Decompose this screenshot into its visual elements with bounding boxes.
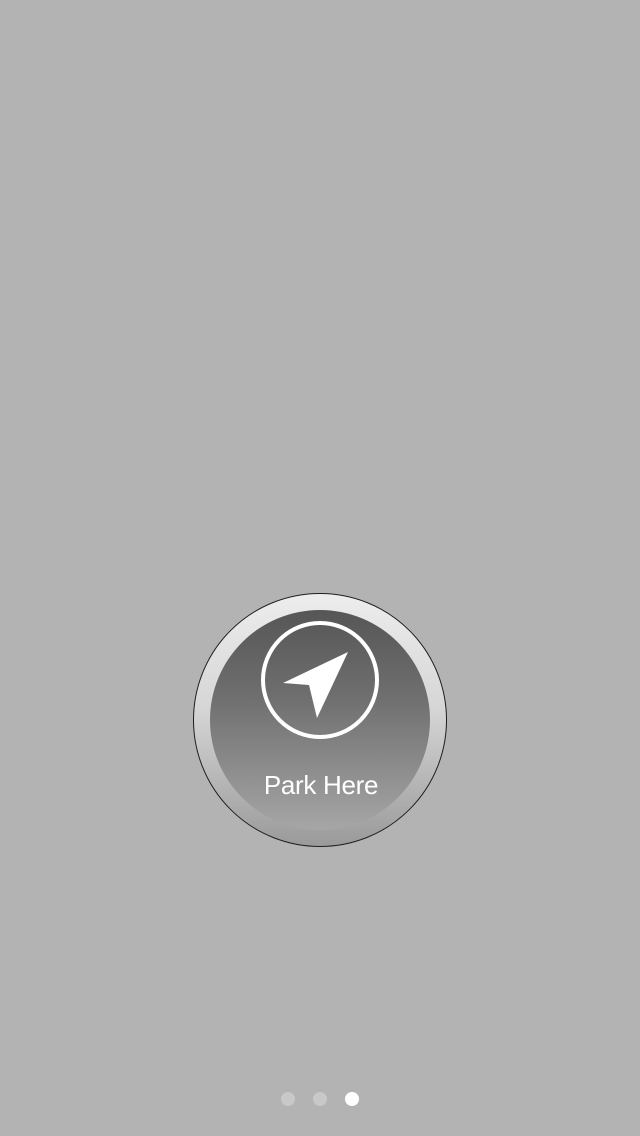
page-dot-2[interactable] [313, 1092, 327, 1106]
page-dot-3-active[interactable] [345, 1092, 359, 1106]
navigation-arrow-icon [261, 621, 379, 739]
onboarding-screen: Park Here [0, 0, 640, 1136]
page-dot-1[interactable] [281, 1092, 295, 1106]
page-control[interactable] [281, 1092, 359, 1106]
park-here-button[interactable]: Park Here [193, 593, 447, 847]
park-here-label: Park Here [263, 770, 379, 800]
